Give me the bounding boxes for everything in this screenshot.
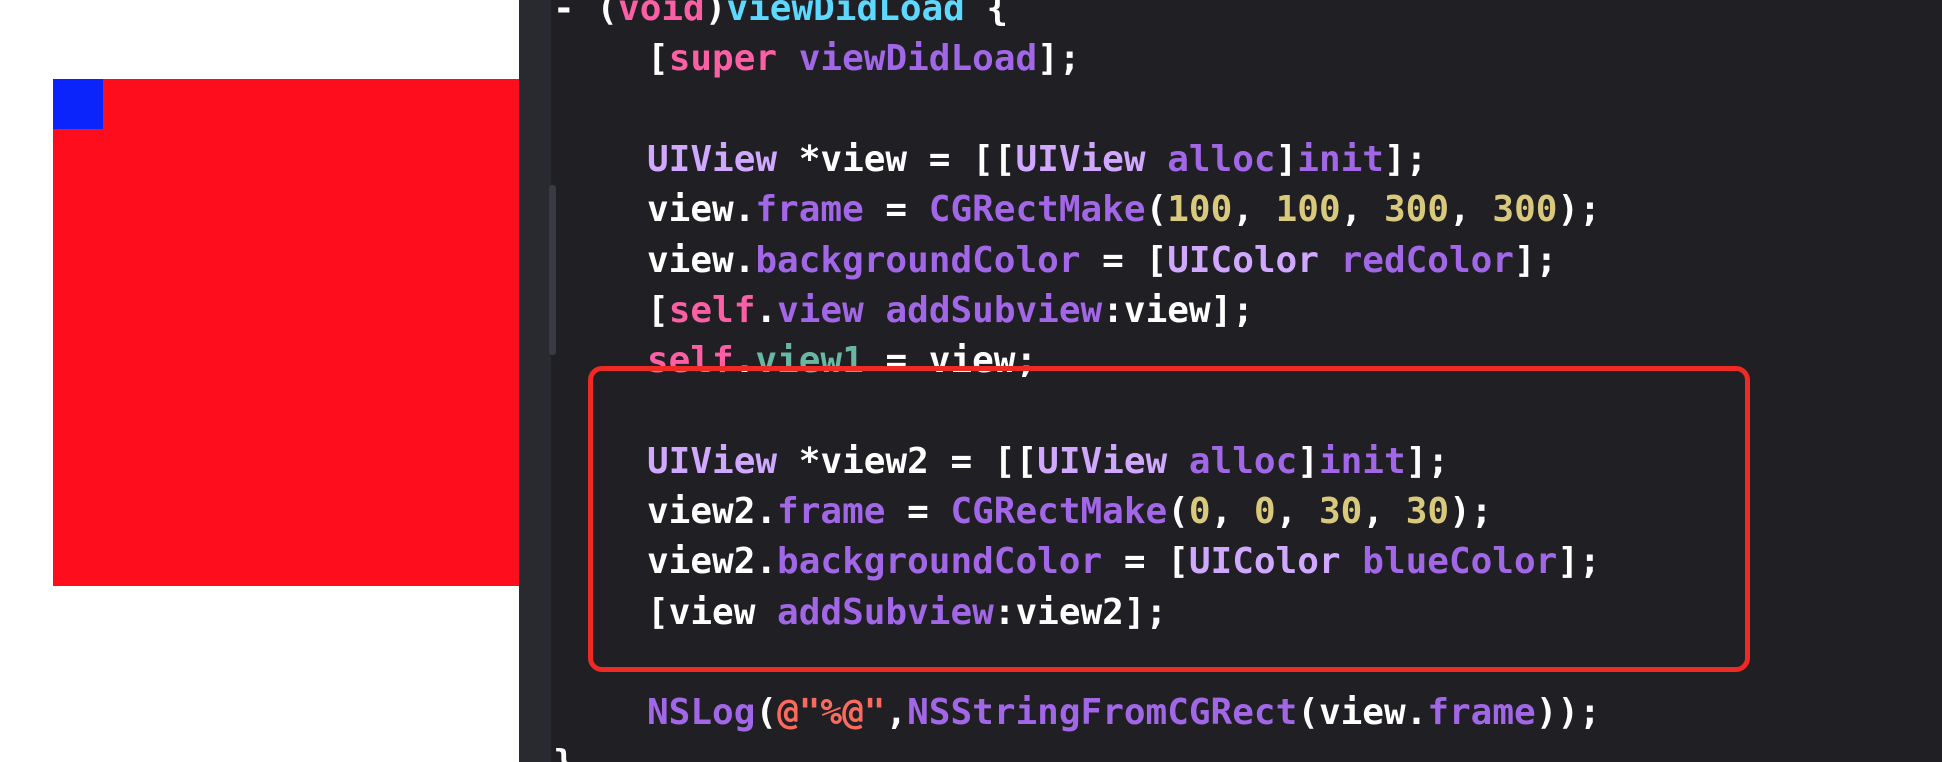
code-token: ]; [1383, 138, 1428, 180]
code-line[interactable]: view.frame = CGRectMake(100, 100, 300, 3… [647, 185, 1601, 235]
editor-gutter [519, 0, 556, 762]
code-token: [ [647, 38, 669, 80]
code-token: view [777, 289, 864, 331]
code-token: . [755, 289, 778, 331]
code-token: view. [647, 239, 756, 281]
code-token: ) [704, 0, 727, 29]
code-token: (view. [1297, 692, 1428, 734]
code-token: ( [1145, 189, 1168, 231]
blue-child-view [53, 79, 103, 129]
code-token: super [668, 38, 778, 80]
code-token: CGRectMake [928, 189, 1146, 231]
code-token: , [1449, 189, 1493, 231]
code-token: ]; [1513, 239, 1558, 281]
code-token: = [863, 189, 929, 231]
code-token: frame [1427, 692, 1536, 734]
code-token: 100 [1167, 189, 1233, 231]
code-line[interactable]: - (void)viewDidLoad { [553, 0, 1008, 34]
code-token: :view]; [1102, 289, 1254, 331]
code-token: @"%@" [777, 692, 886, 734]
code-token: *view = [[ [777, 138, 1016, 180]
code-token: { [964, 0, 1009, 29]
code-token: , [1232, 189, 1276, 231]
code-token: [ [647, 289, 669, 331]
code-token: , [885, 692, 908, 734]
red-parent-view [53, 79, 519, 586]
code-line[interactable]: UIView *view = [[UIView alloc]init]; [647, 135, 1427, 185]
code-token: redColor [1340, 239, 1514, 281]
code-token: UIView [1015, 138, 1146, 180]
code-token: NSStringFromCGRect [907, 692, 1298, 734]
code-token: view. [647, 189, 756, 231]
code-token: 100 [1275, 189, 1341, 231]
code-token: alloc [1167, 138, 1276, 180]
code-token: } [553, 743, 575, 762]
code-line[interactable]: view.backgroundColor = [UIColor redColor… [647, 236, 1557, 286]
code-editor[interactable]: - (void)viewDidLoad {[super viewDidLoad]… [519, 0, 1942, 762]
code-token: )); [1535, 692, 1601, 734]
code-token: - ( [553, 0, 619, 29]
code-line[interactable]: [super viewDidLoad]; [647, 34, 1081, 84]
code-token: 300 [1492, 189, 1558, 231]
code-token: NSLog [647, 692, 756, 734]
code-token: ] [1275, 138, 1298, 180]
code-line[interactable]: [self.view addSubview:view]; [647, 286, 1254, 336]
code-token: frame [755, 189, 864, 231]
code-token: ); [1557, 189, 1601, 231]
code-token: ( [755, 692, 778, 734]
highlight-annotation-box [588, 366, 1750, 672]
code-line[interactable]: } [553, 739, 575, 762]
code-token: = [ [1080, 239, 1168, 281]
code-token: addSubview [885, 289, 1103, 331]
code-line[interactable]: NSLog(@"%@",NSStringFromCGRect(view.fram… [647, 688, 1601, 738]
screenshot-root: - (void)viewDidLoad {[super viewDidLoad]… [0, 0, 1942, 762]
simulator-preview [0, 0, 519, 762]
code-token: void [618, 0, 705, 29]
code-token: backgroundColor [755, 239, 1081, 281]
change-bar-indicator [549, 185, 556, 355]
code-token: self [668, 289, 756, 331]
code-token: init [1297, 138, 1384, 180]
code-token: 300 [1384, 189, 1450, 231]
code-token: ]; [1037, 38, 1081, 80]
code-token: , [1340, 189, 1384, 231]
code-token: viewDidLoad [798, 38, 1038, 80]
code-token: viewDidLoad [726, 0, 965, 29]
code-token: UIView [647, 138, 778, 180]
code-token: UIColor [1167, 239, 1319, 281]
